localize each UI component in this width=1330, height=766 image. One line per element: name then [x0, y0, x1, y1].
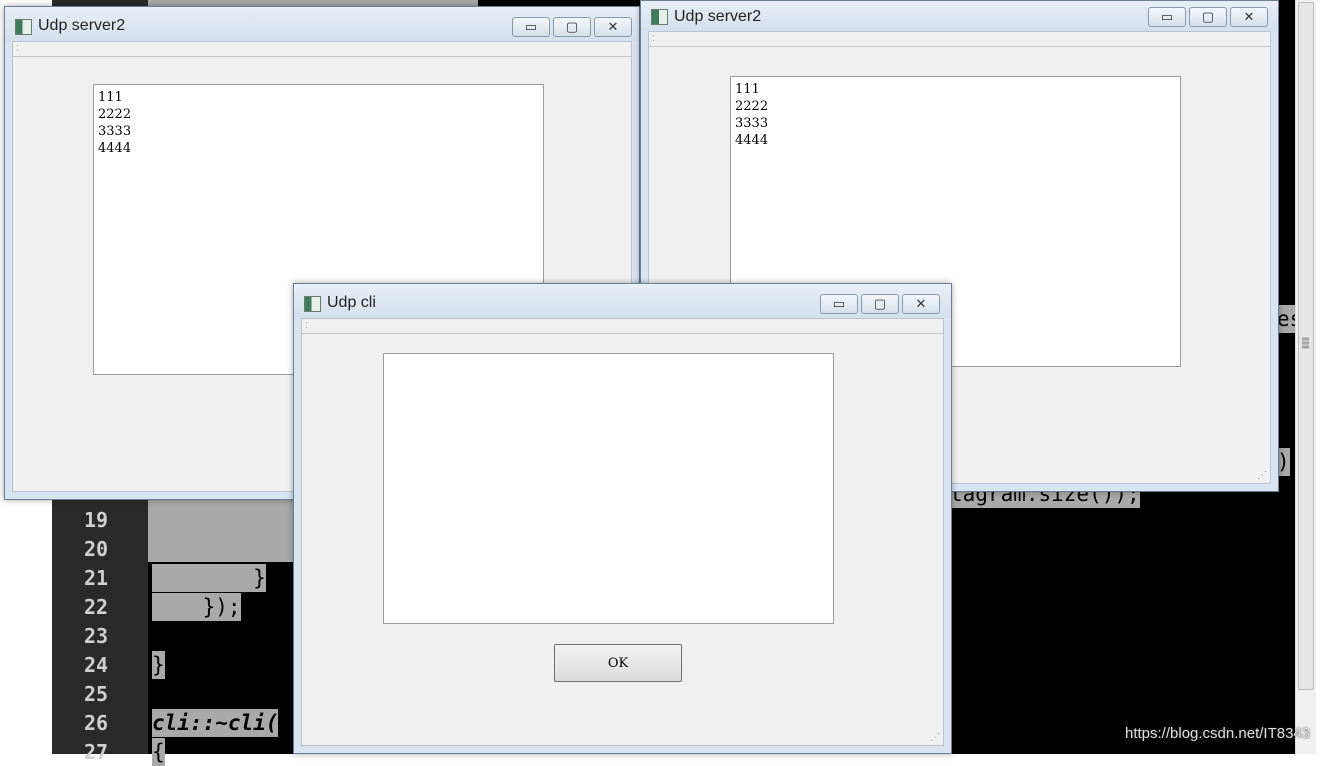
client-window: Udp cli ▭ ▢ ✕ · · OK ⋰	[293, 283, 952, 754]
editor-scrollbar[interactable]: ═ ═ ═	[1295, 0, 1316, 754]
toolbar-grip-icon[interactable]: · ·	[305, 318, 308, 332]
scrollbar-grip-icon: ═ ═ ═	[1302, 334, 1310, 353]
toolbar-grip-icon[interactable]: · ·	[652, 31, 655, 45]
minimize-icon: ▭	[832, 296, 846, 311]
minimize-icon: ▭	[524, 19, 538, 34]
line-number: 21	[84, 566, 109, 590]
message-line: 2222	[735, 99, 769, 114]
toolbar-grip-icon[interactable]: · ·	[16, 41, 19, 55]
ok-button[interactable]: OK	[554, 644, 682, 682]
maximize-icon: ▢	[873, 296, 887, 311]
maximize-icon: ▢	[1201, 9, 1215, 24]
line-number: 19	[84, 508, 109, 532]
close-icon: ✕	[1243, 9, 1255, 24]
code-line: });	[152, 593, 241, 621]
code-line: {	[152, 738, 165, 766]
line-number: 20	[84, 537, 109, 561]
code-line: }	[152, 651, 165, 679]
maximize-button[interactable]: ▢	[1189, 7, 1227, 27]
window-client-area: · · OK ⋰	[301, 318, 944, 746]
message-line: 4444	[98, 141, 132, 156]
app-icon	[15, 19, 32, 35]
minimize-button[interactable]: ▭	[1148, 7, 1186, 27]
maximize-icon: ▢	[565, 19, 579, 34]
close-button[interactable]: ✕	[902, 294, 940, 314]
window-title: Udp server2	[38, 17, 126, 34]
line-number: 25	[84, 682, 109, 706]
minimize-icon: ▭	[1160, 9, 1174, 24]
message-line: 3333	[735, 116, 769, 131]
close-icon: ✕	[607, 19, 619, 34]
message-line: 111	[98, 90, 123, 105]
maximize-button[interactable]: ▢	[553, 17, 591, 37]
close-button[interactable]: ✕	[1230, 7, 1268, 27]
line-number: 24	[84, 653, 109, 677]
message-input-textbox[interactable]	[383, 353, 834, 624]
message-line: 111	[735, 82, 760, 97]
title-bar[interactable]: Udp cli ▭ ▢ ✕	[294, 284, 951, 318]
toolbar: · ·	[649, 31, 1270, 47]
line-number: 27	[84, 740, 109, 764]
close-icon: ✕	[915, 296, 927, 311]
maximize-button[interactable]: ▢	[861, 294, 899, 314]
line-number: 26	[84, 711, 109, 735]
toolbar: · ·	[302, 318, 943, 334]
message-line: 3333	[98, 124, 132, 139]
minimize-button[interactable]: ▭	[820, 294, 858, 314]
resize-grip-icon[interactable]: ⋰	[930, 732, 940, 743]
window-title: Udp cli	[327, 294, 376, 311]
watermark: https://blog.csdn.net/IT8343	[1125, 725, 1311, 742]
message-line: 4444	[735, 133, 769, 148]
toolbar: · ·	[13, 41, 631, 57]
code-line: cli::~cli(	[152, 709, 279, 737]
minimize-button[interactable]: ▭	[512, 17, 550, 37]
message-line: 2222	[98, 107, 132, 122]
window-title: Udp server2	[674, 8, 762, 25]
app-icon	[651, 9, 668, 25]
line-number: 23	[84, 624, 109, 648]
code-line: }	[152, 564, 266, 592]
title-bar[interactable]: Udp server2 ▭ ▢ ✕	[641, 1, 1278, 31]
line-number: 22	[84, 595, 109, 619]
app-icon	[304, 296, 321, 312]
title-bar[interactable]: Udp server2 ▭ ▢ ✕	[5, 7, 639, 41]
resize-grip-icon[interactable]: ⋰	[1257, 470, 1267, 481]
close-button[interactable]: ✕	[594, 17, 632, 37]
